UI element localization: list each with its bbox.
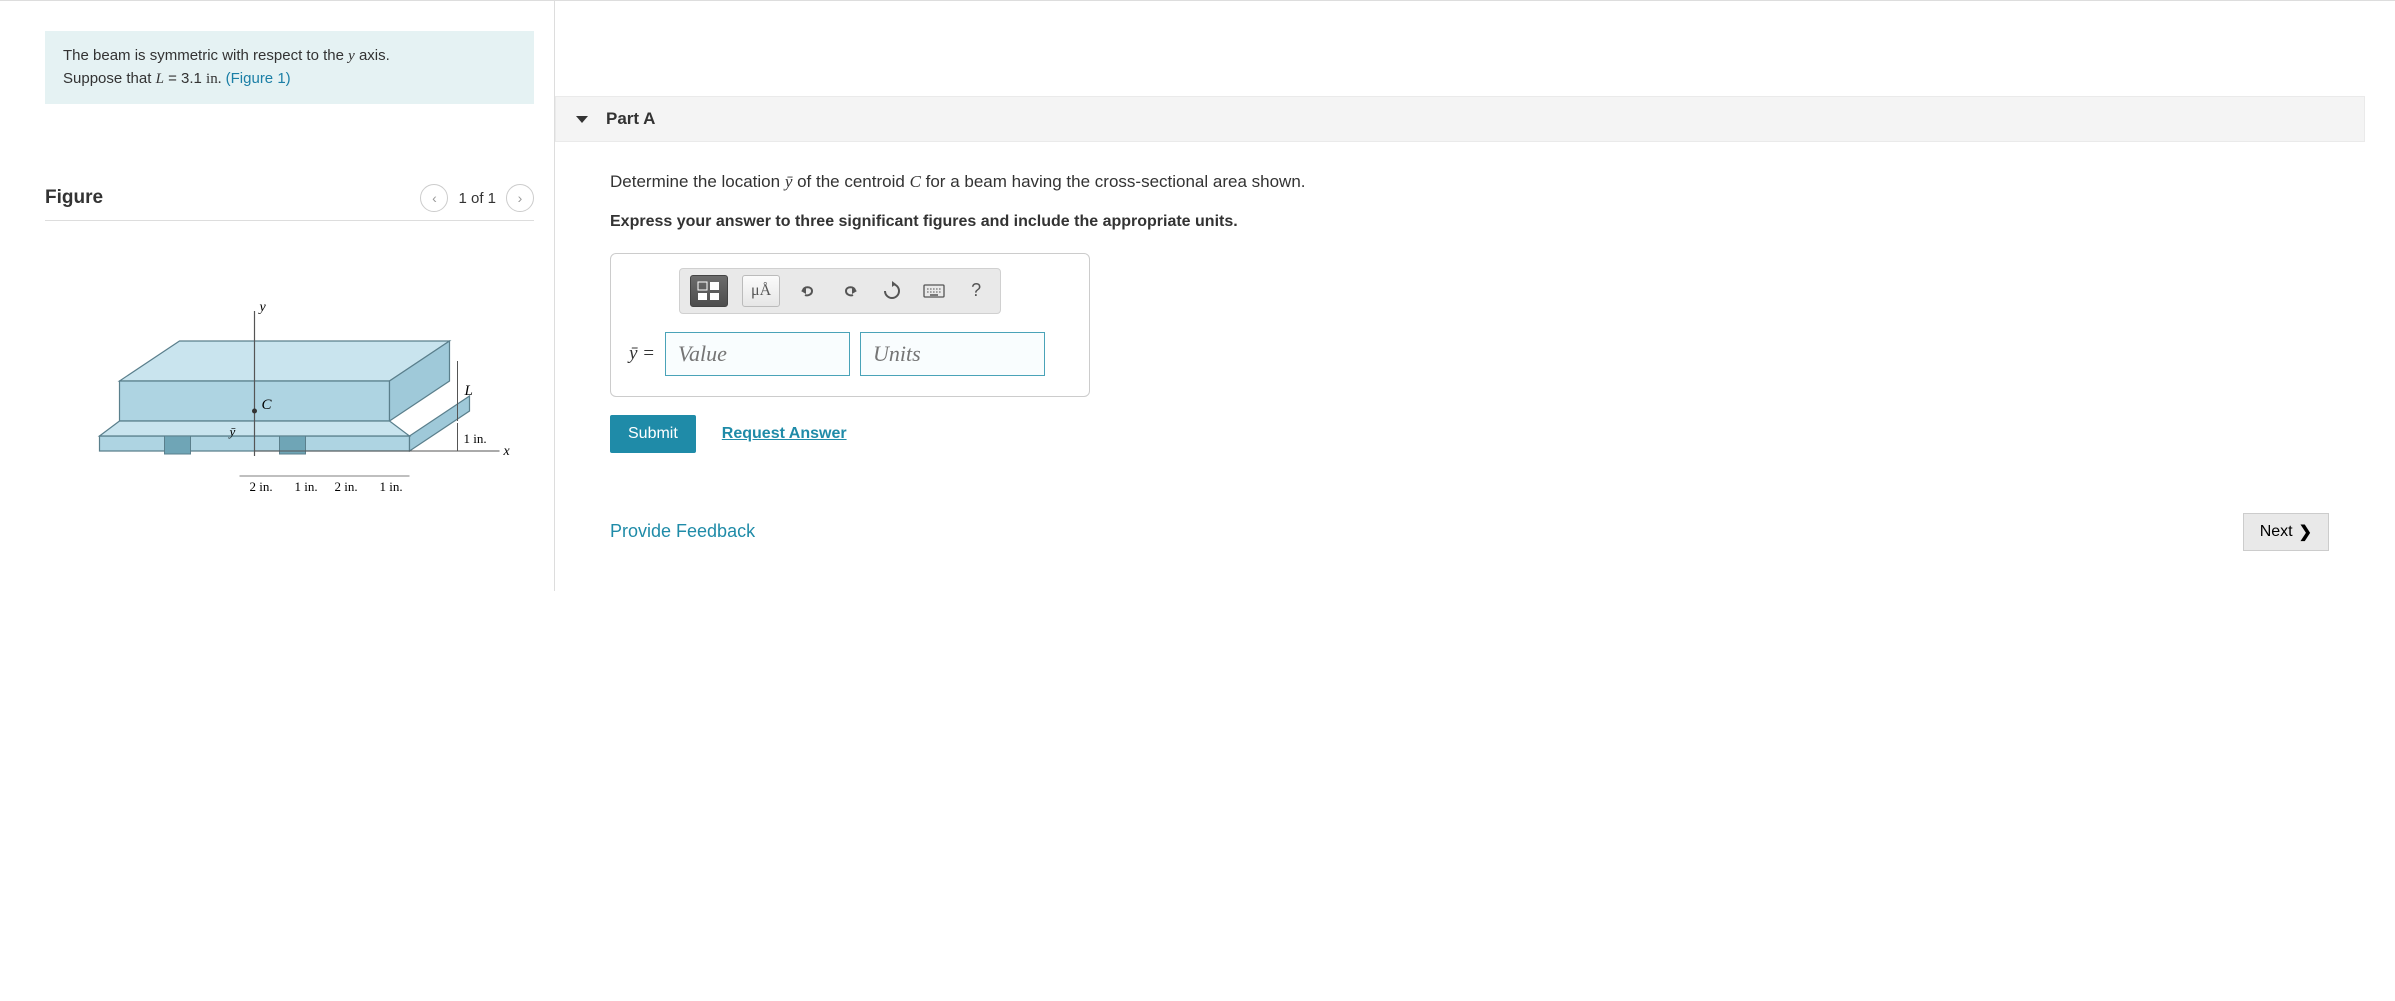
ybar-label: ȳ [228,424,236,439]
help-button[interactable]: ? [962,276,990,306]
axis-x-label: x [503,444,511,459]
request-answer-link[interactable]: Request Answer [722,425,847,443]
part-a-title: Part A [606,109,655,129]
input-row: ȳ = [629,332,1071,376]
answer-box: μÅ ? ȳ = [610,253,1090,397]
value-input[interactable] [665,332,850,376]
figure-nav: ‹ 1 of 1 › [420,184,534,212]
chevron-right-icon: ❯ [2299,522,2312,542]
figure-header: Figure ‹ 1 of 1 › [45,184,534,221]
intro-box: The beam is symmetric with respect to th… [45,31,534,104]
right-panel: Part A Determine the location ȳ of the c… [555,1,2395,591]
dim-1in-b: 1 in. [380,479,403,494]
part-a-header[interactable]: Part A [555,96,2365,142]
intro-text-2a: Suppose that [63,70,156,87]
question-text: Determine the location ȳ of the centroid… [610,170,2365,195]
axis-y-label: y [258,300,267,315]
eq-label: ȳ = [629,343,655,365]
figure-image: y x C ȳ L 1 in. 2 in. 1 in. 2 in. 1 in. [45,251,534,541]
centroid-label: C [262,397,273,413]
template-button[interactable] [690,275,728,307]
intro-var-L: L [156,71,164,87]
reset-button[interactable] [878,276,906,306]
submit-row: Submit Request Answer [610,415,2365,453]
figure-link[interactable]: (Figure 1) [226,70,291,87]
q-mid: of the centroid [792,172,909,191]
dim-L: L [464,383,473,399]
dim-2in-a: 2 in. [250,479,273,494]
part-a-body: Determine the location ȳ of the centroid… [555,142,2395,591]
intro-text-1b: axis. [355,47,390,64]
dim-2in-b: 2 in. [335,479,358,494]
left-panel: The beam is symmetric with respect to th… [0,1,555,591]
next-label: Next [2260,523,2293,541]
units-button[interactable]: μÅ [742,275,780,307]
redo-button[interactable] [836,276,864,306]
answer-toolbar: μÅ ? [679,268,1001,314]
feedback-row: Provide Feedback Next ❯ [610,513,2365,591]
submit-button[interactable]: Submit [610,415,696,453]
next-button[interactable]: Next ❯ [2243,513,2329,551]
dim-1in-a: 1 in. [295,479,318,494]
dim-1in-right: 1 in. [464,431,487,446]
undo-button[interactable] [794,276,822,306]
instruction-text: Express your answer to three significant… [610,213,2365,231]
caret-down-icon [576,116,588,123]
intro-var-y: y [348,48,355,64]
keyboard-button[interactable] [920,276,948,306]
intro-unit: in. [206,71,221,87]
q-pre: Determine the location [610,172,785,191]
q-post: for a beam having the cross-sectional ar… [921,172,1306,191]
figure-prev-button[interactable]: ‹ [420,184,448,212]
intro-text-1a: The beam is symmetric with respect to th… [63,47,348,64]
units-input[interactable] [860,332,1045,376]
figure-next-button[interactable]: › [506,184,534,212]
intro-text-2b: = 3.1 [164,70,206,87]
provide-feedback-link[interactable]: Provide Feedback [610,521,755,542]
figure-title: Figure [45,187,103,209]
figure-counter: 1 of 1 [458,190,496,207]
q-var-C: C [910,172,921,191]
